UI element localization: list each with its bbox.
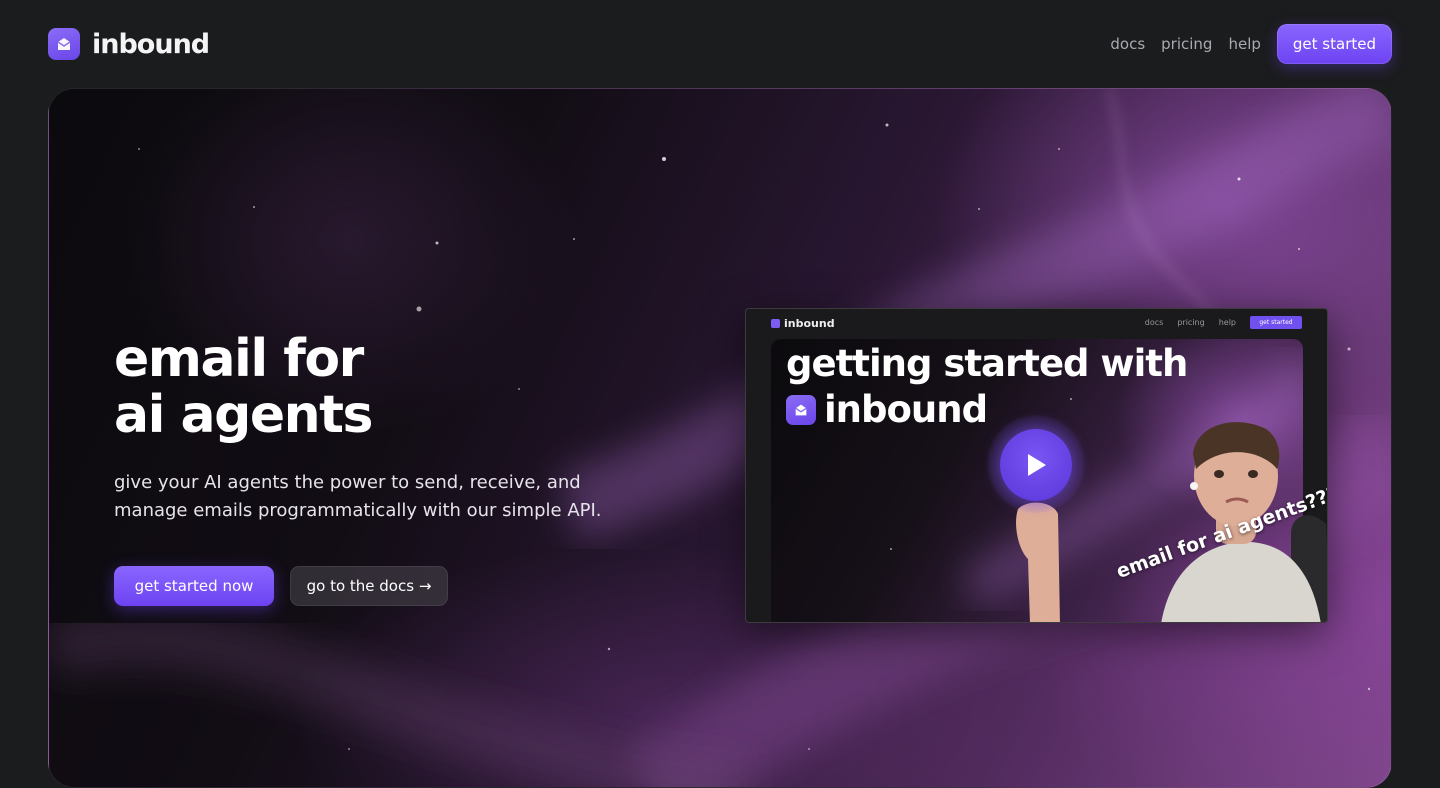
play-icon[interactable]	[1000, 429, 1072, 501]
go-to-docs-button[interactable]: go to the docs →	[290, 566, 448, 606]
video-title-line1: getting started with	[786, 342, 1188, 385]
video-envelope-icon	[786, 395, 816, 425]
video-mini-brand: inbound	[771, 317, 835, 330]
hero-subtitle: give your AI agents the power to send, r…	[114, 472, 602, 521]
nav-pricing-link[interactable]: pricing	[1161, 35, 1212, 53]
video-mini-cta: get started	[1250, 316, 1302, 329]
nav-help-link[interactable]: help	[1228, 35, 1260, 53]
video-mini-docs: docs	[1144, 318, 1164, 327]
get-started-button[interactable]: get started	[1276, 24, 1392, 64]
nav-docs-link[interactable]: docs	[1110, 35, 1145, 53]
site-header: inbound docs pricing help get started	[0, 0, 1440, 88]
hero-title: email for ai agents	[114, 329, 373, 445]
video-title-line2: inbound	[786, 387, 988, 433]
hero-section: email for ai agents give your AI agents …	[48, 88, 1392, 788]
presenter-hand	[1016, 502, 1060, 622]
video-mini-help: help	[1218, 318, 1236, 327]
brand-name: inbound	[92, 28, 210, 60]
envelope-icon	[48, 28, 80, 60]
top-nav: docs pricing help get started	[1110, 24, 1392, 64]
hero-title-line2: ai agents	[114, 385, 373, 445]
video-mini-header: inbound docs pricing help get started	[746, 309, 1327, 337]
video-mini-nav: docs pricing help get started	[1145, 316, 1302, 329]
video-thumbnail[interactable]: inbound docs pricing help get started ge…	[745, 308, 1328, 623]
video-mini-pricing: pricing	[1177, 318, 1205, 327]
mini-envelope-icon	[771, 319, 780, 328]
get-started-now-button[interactable]: get started now	[114, 566, 274, 606]
video-mini-brand-name: inbound	[784, 317, 835, 330]
brand-logo[interactable]: inbound	[48, 28, 210, 60]
video-title-brand: inbound	[824, 388, 988, 431]
hero-title-line1: email for	[114, 329, 364, 389]
